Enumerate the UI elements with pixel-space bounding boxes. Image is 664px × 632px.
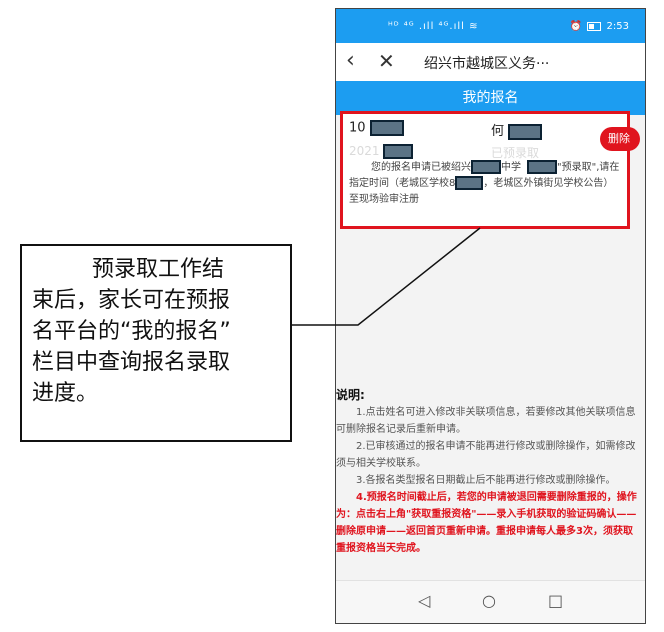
- callout-line: 进度。: [32, 381, 99, 406]
- callout-line: 名平台的“我的报名”: [32, 319, 231, 344]
- callout-line: 束后，家长可在预报: [32, 288, 231, 313]
- annotation-callout: 预录取工作结 束后，家长可在预报 名平台的“我的报名” 栏目中查询报名录取 进度…: [20, 244, 292, 442]
- callout-line: 预录取工作结: [92, 257, 225, 282]
- callout-line: 栏目中查询报名录取: [32, 350, 231, 375]
